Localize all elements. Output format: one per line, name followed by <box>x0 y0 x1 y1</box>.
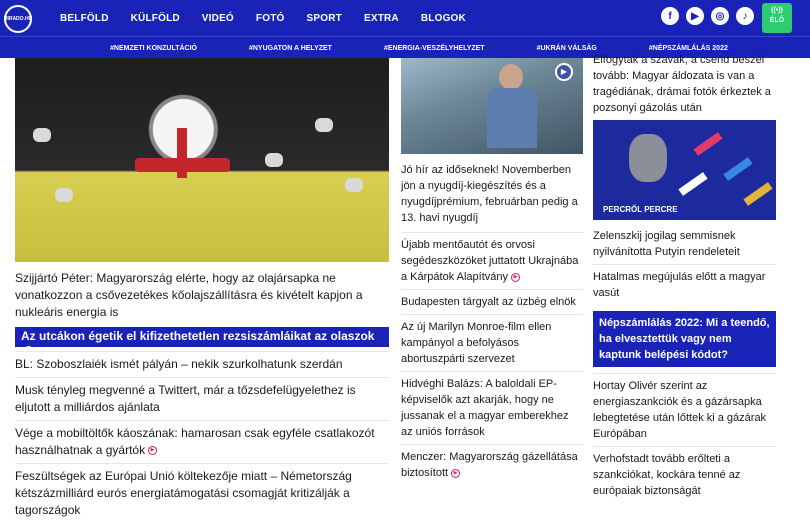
tag-nyugaton-a-helyzet[interactable]: #NYUGATON A HELYZET <box>249 45 332 52</box>
video-play-icon: ▶ <box>148 446 158 456</box>
list-item[interactable]: Zelenszkij jogilag semmisnek nyilvánítot… <box>593 224 776 264</box>
elderly-woman-image[interactable]: ▶ <box>401 58 583 154</box>
portrait <box>629 134 667 182</box>
shape <box>723 157 753 181</box>
pipeline-gauge-image[interactable] <box>15 58 389 262</box>
bolt <box>33 128 51 142</box>
list-item[interactable]: BL: Szoboszlaiék ismét pályán – nekik sz… <box>15 351 389 377</box>
live-label: ÉLŐ <box>769 17 785 24</box>
tag-nemzeti-konzultacio[interactable]: #NEMZETI KONZULTÁCIÓ <box>110 45 197 52</box>
list-item[interactable]: Hortay Olivér szerint az energiaszankció… <box>593 373 776 446</box>
tag-ukran-valsag[interactable]: #UKRÁN VÁLSÁG <box>537 45 597 52</box>
bolt <box>315 118 333 132</box>
shape <box>693 132 723 156</box>
main-nav: BELFÖLD KÜLFÖLD VIDEÓ FOTÓ SPORT EXTRA B… <box>60 0 466 36</box>
video-play-icon: ▶ <box>451 468 461 478</box>
list-item[interactable]: Verhofstadt tovább erőlteti a szankcióka… <box>593 446 776 503</box>
woman-body <box>487 88 537 148</box>
main-headline[interactable]: Jó hír az időseknek! Novemberben jön a n… <box>401 162 583 226</box>
list-item[interactable]: Menczer: Magyarország gázellátása biztos… <box>401 444 583 485</box>
list-item[interactable]: Vége a mobiltöltők káoszának: hamarosan … <box>15 420 389 463</box>
right-column: Elfogytak a szavak, a csend beszél továb… <box>593 52 776 503</box>
video-play-icon[interactable]: ▶ <box>555 63 573 81</box>
left-column: Szijjártó Péter: Magyarország elérte, ho… <box>15 58 389 520</box>
middle-column: ▶ Jó hír az időseknek! Novemberben jön a… <box>401 58 583 485</box>
list-item[interactable]: Feszültségek az Európai Unió költekezője… <box>15 463 389 520</box>
list-item[interactable]: Hidvéghi Balázs: A baloldali EP-képvisel… <box>401 371 583 444</box>
nav-belfold[interactable]: BELFÖLD <box>60 13 109 24</box>
shape <box>743 182 773 206</box>
list-item[interactable]: Újabb mentőautót és orvosi segédeszközök… <box>401 232 583 289</box>
bolt <box>265 153 283 167</box>
census-box[interactable]: Népszámlálás 2022: Mi a teendő, ha elves… <box>593 311 776 367</box>
nav-foto[interactable]: FOTÓ <box>256 13 285 24</box>
live-feed-image[interactable]: PERCRŐL PERCRE <box>593 120 776 220</box>
list-item[interactable]: Az új Marilyn Monroe-film ellen kampányo… <box>401 314 583 371</box>
youtube-icon[interactable]: ▶ <box>686 7 704 25</box>
top-navigation-bar: HIRADO.HU BELFÖLD KÜLFÖLD VIDEÓ FOTÓ SPO… <box>0 0 810 36</box>
social-links: f ▶ ◎ ♪ <box>661 7 754 25</box>
live-label: PERCRŐL PERCRE <box>603 205 678 214</box>
nav-blogok[interactable]: BLOGOK <box>421 13 466 24</box>
bolt <box>55 188 73 202</box>
top-headline[interactable]: Elfogytak a szavak, a csend beszél továb… <box>593 52 776 116</box>
tag-nepszamlalas-2022[interactable]: #NÉPSZÁMLÁLÁS 2022 <box>649 45 728 52</box>
nav-video[interactable]: VIDEÓ <box>202 13 234 24</box>
red-valve <box>135 158 230 172</box>
woman-head <box>499 64 523 90</box>
bolt <box>345 178 363 192</box>
list-item[interactable]: Hatalmas megújulás előtt a magyar vasút <box>593 264 776 305</box>
site-logo[interactable]: HIRADO.HU <box>4 5 32 33</box>
instagram-icon[interactable]: ◎ <box>711 7 729 25</box>
main-headline[interactable]: Szijjártó Péter: Magyarország elérte, ho… <box>15 270 389 321</box>
nav-kulfold[interactable]: KÜLFÖLD <box>131 13 180 24</box>
video-play-icon: ▶ <box>511 272 521 282</box>
tag-energia-veszelyhelyzet[interactable]: #ENERGIA-VESZÉLYHELYZET <box>384 45 485 52</box>
nav-sport[interactable]: SPORT <box>307 13 342 24</box>
video-play-icon: ▶ <box>24 346 33 356</box>
list-item[interactable]: Budapesten tárgyalt az üzbég elnök <box>401 289 583 314</box>
live-button[interactable]: ((•)) ÉLŐ <box>762 3 792 33</box>
nav-extra[interactable]: EXTRA <box>364 13 399 24</box>
banner-headline[interactable]: Az utcákon égetik el kifizethetetlen rez… <box>15 327 389 356</box>
shape <box>678 172 708 196</box>
list-item[interactable]: Musk tényleg megvenné a Twittert, már a … <box>15 377 389 420</box>
broadcast-icon: ((•)) <box>771 7 783 14</box>
facebook-icon[interactable]: f <box>661 7 679 25</box>
tiktok-icon[interactable]: ♪ <box>736 7 754 25</box>
